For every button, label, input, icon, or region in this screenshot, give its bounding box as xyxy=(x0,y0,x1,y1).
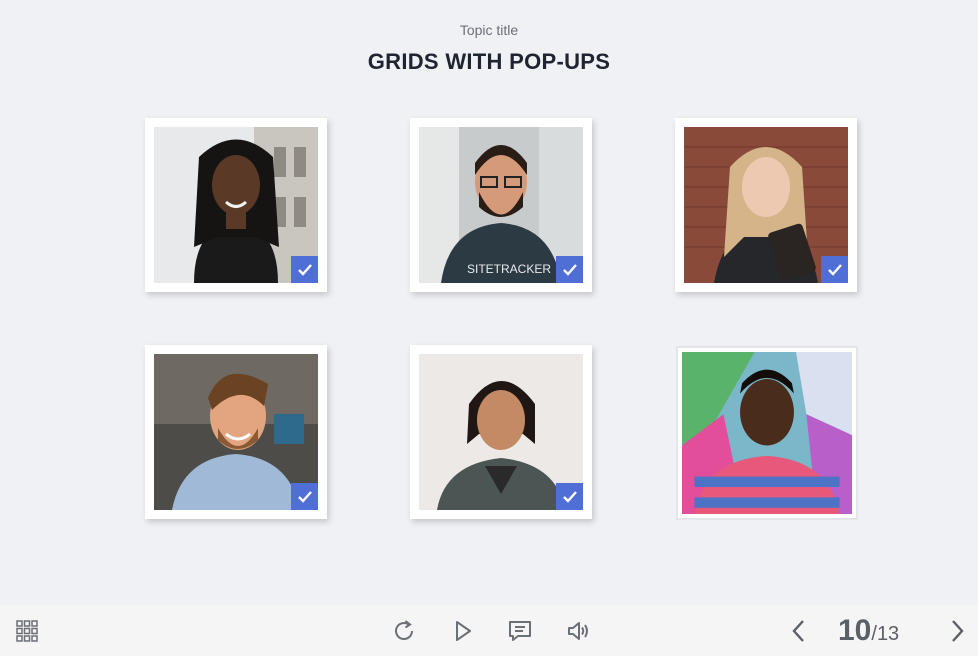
notes-icon xyxy=(509,621,531,641)
topic-title: Topic title xyxy=(459,22,519,38)
checkmark-icon xyxy=(562,490,577,503)
next-slide-button[interactable] xyxy=(942,616,972,646)
grid-card-5[interactable] xyxy=(410,345,592,519)
replay-icon xyxy=(395,620,413,640)
page-title: GRIDS WITH POP-UPS xyxy=(367,49,611,74)
grid-menu-icon xyxy=(16,620,38,642)
checkmark-icon xyxy=(827,263,842,276)
checkmark-icon xyxy=(297,490,312,503)
prev-slide-button[interactable] xyxy=(784,616,814,646)
chevron-right-icon xyxy=(952,620,964,642)
speaker-icon xyxy=(568,622,588,640)
visited-check-badge xyxy=(821,256,848,283)
visited-check-badge xyxy=(556,256,583,283)
player-toolbar: 10/13 xyxy=(0,605,978,656)
replay-button[interactable] xyxy=(389,616,419,646)
total-slides-number: 13 xyxy=(876,623,900,645)
person-photo-6 xyxy=(682,352,852,514)
grid-card-4[interactable] xyxy=(145,345,327,519)
svg-text:SITETRACKER: SITETRACKER xyxy=(467,262,551,276)
chevron-left-icon xyxy=(792,620,804,642)
menu-button[interactable] xyxy=(12,616,42,646)
current-slide-number: 10 xyxy=(838,614,872,647)
visited-check-badge xyxy=(291,483,318,510)
slide-counter: 10/13 xyxy=(838,614,918,648)
checkmark-icon xyxy=(297,263,312,276)
grid-card-2[interactable]: SITETRACKER xyxy=(410,118,592,292)
grid-card-1[interactable] xyxy=(145,118,327,292)
grid-card-6[interactable] xyxy=(676,346,858,520)
visited-check-badge xyxy=(291,256,318,283)
play-icon xyxy=(456,621,471,641)
notes-button[interactable] xyxy=(505,616,535,646)
audio-button[interactable] xyxy=(564,616,594,646)
visited-check-badge xyxy=(556,483,583,510)
grid-card-3[interactable] xyxy=(675,118,857,292)
play-button[interactable] xyxy=(448,616,478,646)
checkmark-icon xyxy=(562,263,577,276)
